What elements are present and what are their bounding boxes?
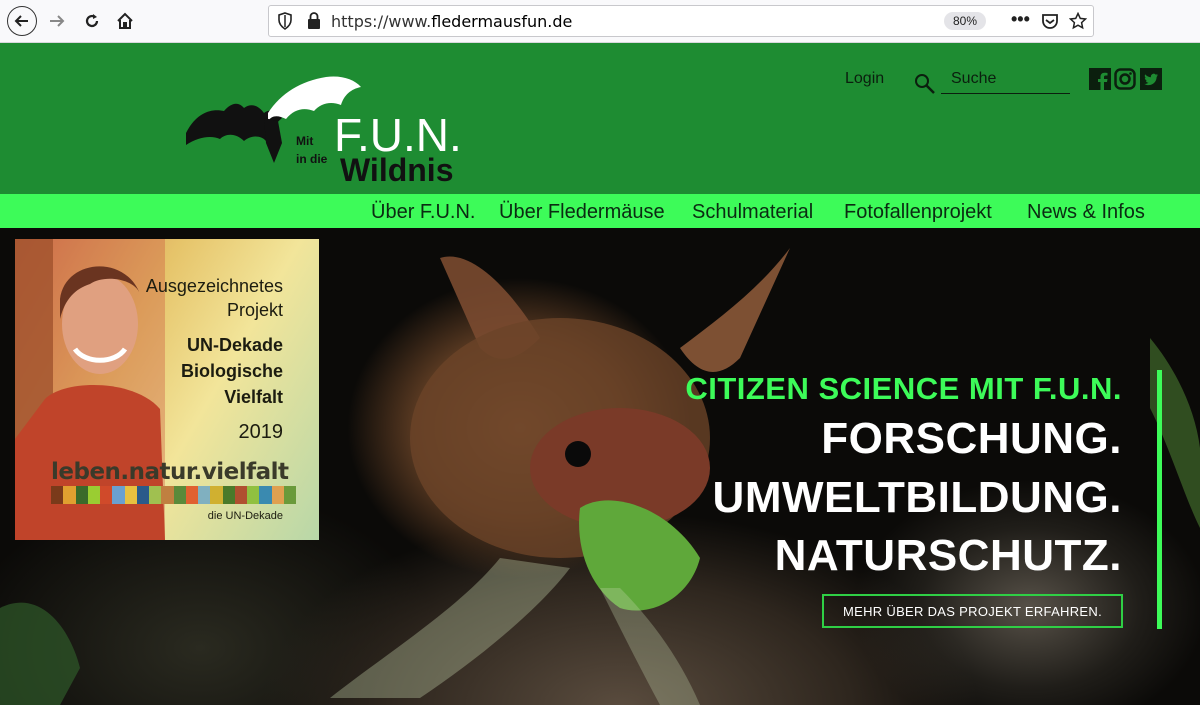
bat-logo-icon: Mit F.U.N. in die Wildnis <box>186 76 462 188</box>
learn-more-button[interactable]: MEHR ÜBER DAS PROJEKT ERFAHREN. <box>822 594 1123 628</box>
url-text[interactable]: https://www.fledermausfun.de <box>331 12 572 31</box>
hero-line-naturschutz: NATURSCHUTZ. <box>774 531 1122 580</box>
pocket-icon[interactable] <box>1041 12 1059 30</box>
svg-text:Mit: Mit <box>296 134 313 148</box>
nav-item-ueber-fledermaeuse[interactable]: Über Fledermäuse <box>499 201 665 224</box>
shield-icon[interactable] <box>277 11 293 31</box>
twitter-icon[interactable] <box>1140 68 1162 90</box>
svg-text:Wildnis: Wildnis <box>340 152 453 188</box>
award-bio: Biologische <box>180 361 283 381</box>
site-logo[interactable]: Mit F.U.N. in die Wildnis <box>186 63 476 188</box>
home-icon <box>117 12 133 29</box>
hero-line-forschung: FORSCHUNG. <box>821 414 1122 463</box>
reload-icon <box>85 14 99 28</box>
browser-toolbar: https://www.fledermausfun.de 80% ••• <box>0 0 1200 43</box>
more-actions-icon[interactable]: ••• <box>1011 9 1030 30</box>
zoom-badge[interactable]: 80% <box>944 12 986 30</box>
search-input[interactable] <box>941 64 1070 94</box>
award-title: Ausgezeichnetes <box>145 276 283 296</box>
nav-item-schulmaterial[interactable]: Schulmaterial <box>692 201 813 224</box>
award-sub: die UN-Dekade <box>207 510 283 522</box>
forward-button[interactable] <box>42 6 72 36</box>
svg-text:in die: in die <box>296 152 328 166</box>
award-vielfalt: Vielfalt <box>224 387 283 407</box>
arrow-right-icon <box>50 15 65 27</box>
hero-banner: Ausgezeichnetes Projekt UN-Dekade Biolog… <box>0 228 1200 705</box>
site-header: Mit F.U.N. in die Wildnis Login <box>0 43 1200 194</box>
hero-tagline: CITIZEN SCIENCE MIT F.U.N. <box>685 371 1122 406</box>
award-badge[interactable]: Ausgezeichnetes Projekt UN-Dekade Biolog… <box>15 239 319 540</box>
instagram-icon[interactable] <box>1114 68 1136 90</box>
award-year: 2019 <box>238 421 284 443</box>
search-icon[interactable] <box>914 73 936 95</box>
main-nav: Über F.U.N. Über Fledermäuse Schulmateri… <box>0 194 1200 228</box>
award-color-bars <box>51 486 296 504</box>
reload-button[interactable] <box>77 6 107 36</box>
arrow-left-icon <box>14 15 28 27</box>
award-brand: leben.natur.vielfalt <box>51 459 289 485</box>
star-icon[interactable] <box>1069 12 1087 30</box>
award-subtitle: Projekt <box>226 300 283 320</box>
award-dekade: UN-Dekade <box>186 335 283 355</box>
login-link[interactable]: Login <box>845 70 884 88</box>
hero-line-umweltbildung: UMWELTBILDUNG. <box>712 473 1122 522</box>
nav-item-ueber-fun[interactable]: Über F.U.N. <box>371 201 475 224</box>
back-button[interactable] <box>7 6 37 36</box>
nav-item-fotofallenprojekt[interactable]: Fotofallenprojekt <box>844 201 992 224</box>
lock-icon[interactable] <box>307 11 321 31</box>
url-bar[interactable]: https://www.fledermausfun.de 80% ••• <box>268 5 1094 37</box>
nav-item-news[interactable]: News & Infos <box>1027 201 1145 224</box>
home-button[interactable] <box>110 6 140 36</box>
hero-accent-line <box>1157 370 1162 629</box>
facebook-icon[interactable] <box>1089 68 1111 90</box>
